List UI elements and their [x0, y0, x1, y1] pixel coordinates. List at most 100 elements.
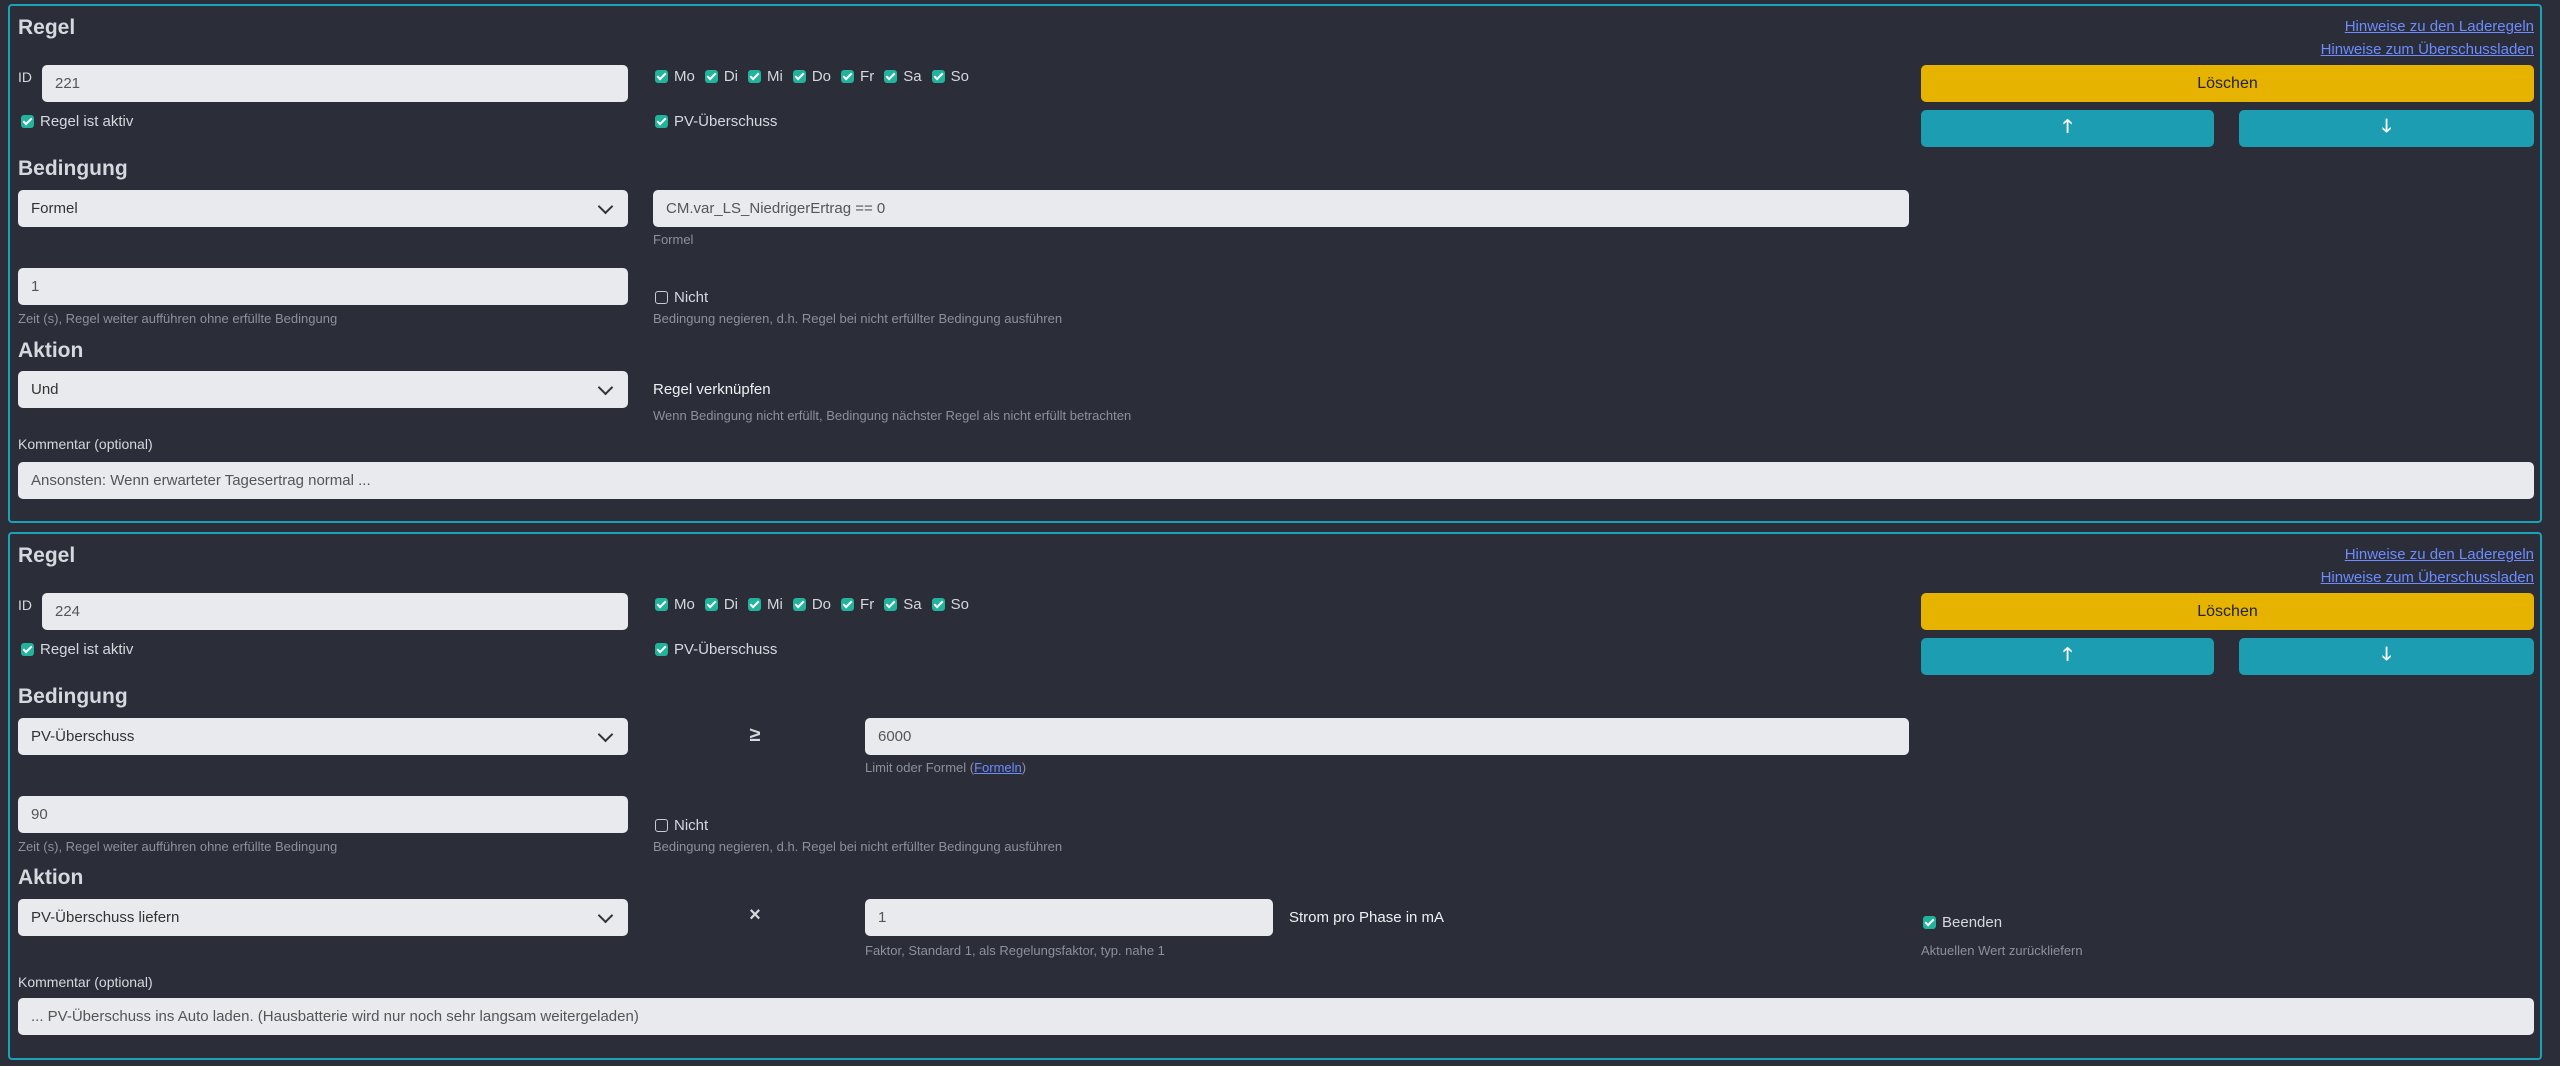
action-select[interactable]: Und — [18, 371, 628, 408]
action-heading: Aktion — [18, 339, 84, 362]
day-label: Di — [723, 596, 739, 613]
link-laderegeln[interactable]: Hinweise zu den Laderegeln — [2345, 546, 2534, 563]
condition-select-value: PV-Überschuss — [31, 728, 135, 745]
day-label: So — [950, 596, 969, 613]
checkbox-mo[interactable] — [655, 598, 668, 611]
factor-help: Faktor, Standard 1, als Regelungsfaktor,… — [865, 943, 1165, 958]
checkbox-do[interactable] — [792, 70, 806, 83]
checkbox-do[interactable] — [792, 598, 806, 611]
unit-label: Strom pro Phase in mA — [1289, 909, 1445, 926]
condition-select[interactable]: PV-Überschuss — [18, 718, 628, 755]
chevron-down-icon — [597, 726, 614, 742]
day-label: Fr — [860, 596, 875, 613]
action-select-value: Und — [31, 381, 59, 398]
day-label: So — [950, 68, 969, 85]
not-checkbox[interactable] — [655, 819, 668, 832]
pv-row: PV-Überschuss — [655, 113, 777, 130]
comment-input[interactable]: ... PV-Überschuss ins Auto laden. (Hausb… — [18, 998, 2534, 1035]
end-label: Beenden — [1942, 914, 2003, 931]
formeln-link[interactable]: Formeln — [974, 760, 1022, 775]
not-help: Bedingung negieren, d.h. Regel bei nicht… — [653, 311, 1063, 326]
rule-active-label: Regel ist aktiv — [40, 641, 134, 658]
pv-checkbox[interactable] — [655, 643, 668, 656]
limit-help-suffix: ) — [1021, 760, 1027, 775]
condition-heading: Bedingung — [18, 685, 128, 708]
time-input[interactable]: 90 — [18, 796, 628, 833]
rule-card: Regel Hinweise zu den Laderegeln Hinweis… — [8, 4, 2542, 523]
day-label: Do — [811, 596, 832, 613]
condition-heading: Bedingung — [18, 157, 128, 180]
not-label: Nicht — [674, 289, 709, 306]
day-label: Fr — [860, 68, 875, 85]
not-checkbox[interactable] — [655, 291, 668, 304]
comment-input[interactable]: Ansonsten: Wenn erwarteter Tagesertrag n… — [18, 462, 2534, 499]
arrow-down-icon: 🡓 — [2381, 643, 2392, 664]
checkbox-fr[interactable] — [841, 598, 855, 611]
rule-card: Regel Hinweise zu den Laderegeln Hinweis… — [8, 532, 2542, 1060]
checkbox-sa[interactable] — [884, 598, 898, 611]
delete-button[interactable]: Löschen — [1921, 65, 2534, 102]
chevron-down-icon — [597, 907, 614, 923]
comment-label: Kommentar (optional) — [18, 436, 153, 452]
factor-input[interactable]: 1 — [865, 899, 1273, 936]
id-label: ID — [18, 69, 32, 85]
end-checkbox[interactable] — [1923, 916, 1936, 929]
link-laderegeln[interactable]: Hinweise zu den Laderegeln — [2345, 18, 2534, 35]
move-down-button[interactable]: 🡓 — [2239, 638, 2534, 675]
end-row: Beenden — [1923, 914, 2002, 931]
not-label: Nicht — [674, 817, 709, 834]
rule-active-checkbox[interactable] — [21, 643, 34, 656]
arrow-up-icon: 🡑 — [2062, 115, 2073, 136]
checkbox-mi[interactable] — [748, 70, 762, 83]
rule-title: Regel — [18, 16, 76, 39]
link-ueberschussladen[interactable]: Hinweise zum Überschussladen — [2321, 41, 2534, 58]
rule-title: Regel — [18, 544, 76, 567]
id-label: ID — [18, 597, 32, 613]
not-row: Nicht — [655, 289, 708, 306]
action-select-value: PV-Überschuss liefern — [31, 909, 180, 926]
pv-row: PV-Überschuss — [655, 641, 777, 658]
checkbox-di[interactable] — [704, 70, 718, 83]
formula-input[interactable]: CM.var_LS_NiedrigerErtrag == 0 — [653, 190, 1909, 227]
action-heading: Aktion — [18, 866, 84, 889]
move-down-button[interactable]: 🡓 — [2239, 110, 2534, 147]
checkbox-mi[interactable] — [748, 598, 762, 611]
arrow-down-icon: 🡓 — [2381, 115, 2392, 136]
checkbox-mo[interactable] — [655, 70, 668, 83]
pv-label: PV-Überschuss — [674, 113, 778, 130]
pv-label: PV-Überschuss — [674, 641, 778, 658]
delete-button[interactable]: Löschen — [1921, 593, 2534, 630]
day-label: Do — [811, 68, 832, 85]
id-input[interactable]: 221 — [42, 65, 628, 102]
time-help: Zeit (s), Regel weiter aufführen ohne er… — [18, 311, 338, 326]
weekday-checkboxes: Mo Di Mi Do Fr Sa So — [655, 596, 969, 613]
day-label: Sa — [903, 68, 922, 85]
day-label: Mo — [674, 596, 695, 613]
move-up-button[interactable]: 🡑 — [1921, 110, 2214, 147]
end-help: Aktuellen Wert zurückliefern — [1921, 943, 2083, 958]
not-row: Nicht — [655, 817, 708, 834]
day-label: Mi — [767, 596, 783, 613]
id-input[interactable]: 224 — [42, 593, 628, 630]
rule-active-checkbox[interactable] — [21, 115, 34, 128]
checkbox-fr[interactable] — [841, 70, 855, 83]
comment-label: Kommentar (optional) — [18, 974, 153, 990]
pv-checkbox[interactable] — [655, 115, 668, 128]
multiply-operator: × — [749, 904, 761, 926]
condition-select[interactable]: Formel — [18, 190, 628, 227]
checkbox-sa[interactable] — [884, 70, 898, 83]
move-up-button[interactable]: 🡑 — [1921, 638, 2214, 675]
action-select[interactable]: PV-Überschuss liefern — [18, 899, 628, 936]
condition-select-value: Formel — [31, 200, 78, 217]
link-rule-label: Regel verknüpfen — [653, 381, 771, 398]
limit-input[interactable]: 6000 — [865, 718, 1909, 755]
checkbox-so[interactable] — [931, 598, 945, 611]
link-ueberschussladen[interactable]: Hinweise zum Überschussladen — [2321, 569, 2534, 586]
checkbox-so[interactable] — [931, 70, 945, 83]
day-label: Mi — [767, 68, 783, 85]
weekday-checkboxes: Mo Di Mi Do Fr Sa So — [655, 68, 969, 85]
day-label: Sa — [903, 596, 922, 613]
time-input[interactable]: 1 — [18, 268, 628, 305]
comparison-operator: ≥ — [749, 724, 761, 746]
checkbox-di[interactable] — [704, 598, 718, 611]
